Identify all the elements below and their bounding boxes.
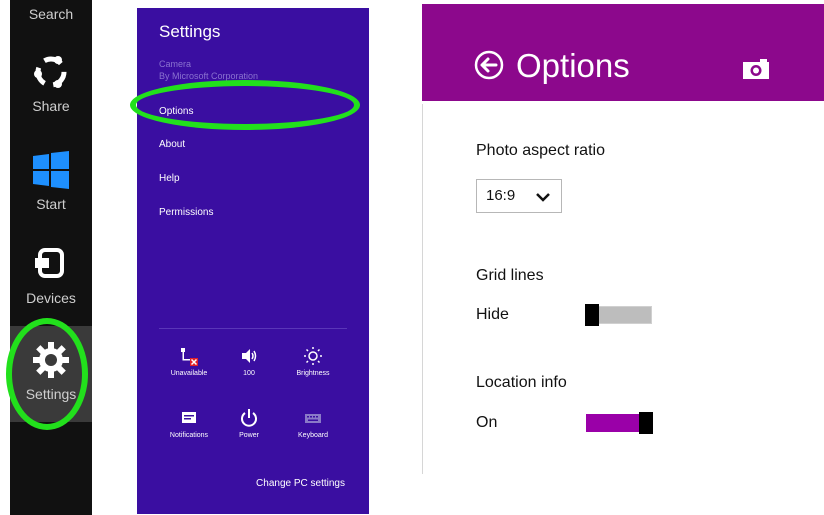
charm-start-label: Start (36, 196, 66, 212)
charm-search-label: Search (28, 6, 74, 22)
quick-setting-keyboard-label: Keyboard (298, 432, 328, 439)
volume-icon (242, 349, 257, 363)
options-pane: Options Photo aspect ratio 16:9 Grid lin… (422, 4, 824, 474)
settings-item-about[interactable]: About (159, 139, 185, 150)
quick-setting-notifications-label: Notifications (169, 432, 209, 439)
grid-lines-state: Hide (476, 306, 509, 323)
charm-start[interactable]: Start (10, 150, 92, 212)
app-name: Camera (159, 59, 192, 69)
location-info-toggle[interactable] (586, 412, 653, 434)
quick-setting-keyboard[interactable]: Keyboard (283, 408, 343, 439)
grid-lines-toggle[interactable] (585, 304, 652, 326)
photo-aspect-ratio-select[interactable]: 16:9 (476, 179, 562, 213)
notifications-icon (182, 412, 196, 423)
location-info-state: On (476, 414, 498, 431)
change-pc-settings-link[interactable]: Change PC settings (256, 478, 345, 489)
quick-setting-notifications[interactable]: Notifications (159, 408, 219, 439)
quick-setting-network[interactable]: Unavailable (159, 346, 219, 377)
quick-setting-network-label: Unavailable (170, 370, 208, 377)
toggle-thumb (585, 304, 599, 326)
options-header: Options (422, 4, 824, 101)
location-info-label: Location info (476, 374, 567, 391)
share-icon (34, 56, 67, 88)
charm-devices-label: Devices (26, 290, 76, 306)
brightness-icon (304, 347, 322, 365)
chevron-down-icon (536, 193, 550, 202)
power-icon (241, 409, 257, 427)
network-unavailable-icon (181, 348, 198, 366)
quick-setting-volume-label: 100 (243, 370, 255, 377)
charm-devices[interactable]: Devices (10, 246, 92, 306)
toggle-thumb (639, 412, 653, 434)
photo-aspect-ratio-value: 16:9 (486, 187, 516, 204)
quick-setting-power[interactable]: Power (219, 408, 279, 439)
quick-setting-power-label: Power (239, 432, 259, 439)
options-pane-edge (422, 104, 423, 474)
charm-settings[interactable]: Settings (10, 326, 92, 422)
windows-logo-icon (33, 151, 69, 189)
charm-share-label: Share (32, 98, 70, 114)
quick-setting-brightness[interactable]: Brightness (283, 346, 343, 377)
settings-pane: Settings Camera By Microsoft Corporation… (137, 8, 369, 514)
settings-pane-title: Settings (159, 22, 221, 41)
settings-divider (159, 328, 347, 329)
settings-item-options[interactable]: Options (159, 106, 193, 117)
devices-icon (35, 248, 64, 278)
options-title: Options (516, 47, 630, 84)
photo-aspect-ratio-label: Photo aspect ratio (476, 142, 605, 159)
quick-setting-brightness-label: Brightness (296, 370, 330, 377)
camera-icon (743, 59, 769, 79)
keyboard-icon (305, 414, 321, 423)
charm-search[interactable]: Search (10, 6, 92, 22)
gear-icon (33, 342, 69, 378)
grid-lines-label: Grid lines (476, 267, 544, 284)
settings-item-help[interactable]: Help (159, 173, 180, 184)
charm-share[interactable]: Share (10, 52, 92, 114)
app-publisher: By Microsoft Corporation (159, 71, 259, 81)
back-arrow-icon[interactable] (474, 50, 504, 80)
charm-settings-label: Settings (25, 386, 77, 402)
quick-setting-volume[interactable]: 100 (219, 346, 279, 377)
app-info: Camera By Microsoft Corporation (159, 58, 258, 82)
charms-bar: Search Share Start Devices Settings (10, 0, 92, 515)
settings-item-permissions[interactable]: Permissions (159, 207, 213, 218)
